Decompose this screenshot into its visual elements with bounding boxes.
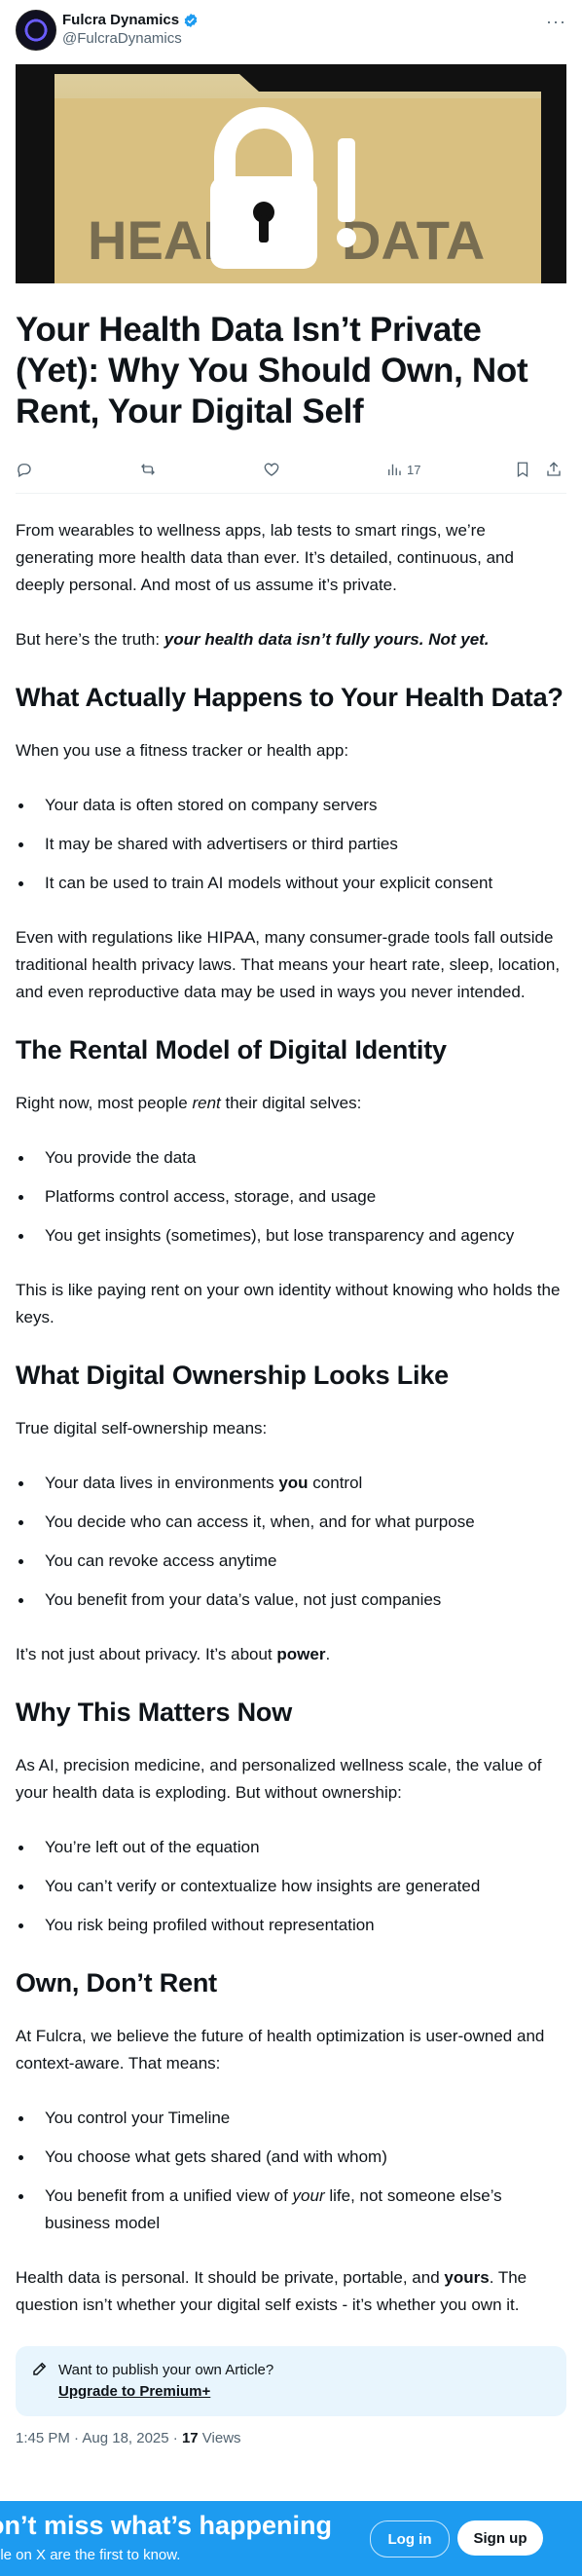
post-header: Fulcra Dynamics @FulcraDynamics ···: [16, 6, 566, 51]
paragraph: Right now, most people rent their digita…: [16, 1094, 362, 1112]
bullet-list: You’re left out of the equation You can’…: [16, 1834, 566, 1939]
list-item: It may be shared with advertisers or thi…: [16, 831, 566, 858]
paragraph: Even with regulations like HIPAA, many c…: [16, 928, 561, 1001]
compose-article-icon: [33, 2362, 47, 2375]
verified-badge-icon: [184, 13, 198, 27]
hero-text-right: DATA: [342, 209, 485, 271]
views-total: 17: [181, 2430, 199, 2446]
heart-icon: [264, 463, 279, 476]
list-item: You control your Timeline: [16, 2105, 566, 2132]
list-item: You choose what gets shared (and with wh…: [16, 2144, 566, 2171]
list-item: Platforms control access, storage, and u…: [16, 1183, 566, 1211]
paragraph: But here’s the truth: your health data i…: [16, 630, 490, 649]
hero-image: HEAL DATA: [16, 64, 566, 283]
paragraph: At Fulcra, we believe the future of heal…: [16, 2027, 545, 2072]
section-heading: The Rental Model of Digital Identity: [16, 1035, 447, 1064]
bullet-list: You provide the data Platforms control a…: [16, 1144, 566, 1250]
article: Your Health Data Isn’t Private (Yet): Wh…: [16, 310, 566, 2446]
paragraph: Health data is personal. It should be pr…: [16, 2268, 527, 2314]
banner-title: on’t miss what’s happening: [0, 2511, 333, 2540]
bullet-list: Your data lives in environments you cont…: [16, 1470, 566, 1614]
list-item: You benefit from your data’s value, not …: [16, 1587, 566, 1614]
author-block: Fulcra Dynamics @FulcraDynamics: [62, 12, 199, 47]
promo-question: Want to publish your own Article?: [58, 2362, 274, 2378]
signup-banner: on’t miss what’s happening ple on X are …: [0, 2501, 582, 2576]
views-count: 17: [407, 462, 421, 477]
banner-subtitle: ple on X are the first to know.: [0, 2547, 181, 2563]
paragraph: From wearables to wellness apps, lab tes…: [16, 521, 514, 594]
health-data-lock-illustration: HEAL DATA: [16, 64, 566, 283]
bookmark-button[interactable]: [514, 461, 545, 478]
section-heading: What Actually Happens to Your Health Dat…: [16, 683, 564, 712]
list-item: You get insights (sometimes), but lose t…: [16, 1222, 566, 1250]
views-chart-icon: [388, 464, 401, 475]
avatar[interactable]: [16, 10, 56, 51]
repost-icon: [141, 464, 155, 475]
list-item: You decide who can access it, when, and …: [16, 1509, 566, 1536]
list-item: You benefit from a unified view of your …: [16, 2183, 566, 2237]
paragraph: True digital self-ownership means:: [16, 1419, 268, 1437]
section-heading: What Digital Ownership Looks Like: [16, 1361, 449, 1390]
share-button[interactable]: [545, 461, 563, 478]
upgrade-premium-link[interactable]: Upgrade to Premium+: [58, 2381, 273, 2403]
list-item: You provide the data: [16, 1144, 566, 1172]
views-button[interactable]: 17: [385, 461, 514, 478]
repost-button[interactable]: [139, 461, 263, 478]
reply-icon: [18, 464, 31, 477]
bookmark-icon: [517, 462, 528, 478]
post-meta: 1:45 PM · Aug 18, 2025 · 17 Views: [16, 2430, 241, 2446]
paragraph: As AI, precision medicine, and personali…: [16, 1756, 542, 1802]
article-body: From wearables to wellness apps, lab tes…: [16, 517, 566, 2319]
list-item: Your data is often stored on company ser…: [16, 792, 566, 819]
post-timestamp[interactable]: 1:45 PM · Aug 18, 2025 ·: [16, 2430, 182, 2446]
list-item: You can’t verify or contextualize how in…: [16, 1873, 566, 1900]
share-icon: [547, 462, 561, 476]
action-bar: 17: [16, 450, 566, 494]
article-title: Your Health Data Isn’t Private (Yet): Wh…: [16, 311, 528, 430]
login-button[interactable]: Log in: [370, 2520, 450, 2557]
bullet-list: Your data is often stored on company ser…: [16, 792, 566, 897]
list-item: You’re left out of the equation: [16, 1834, 566, 1861]
section-heading: Why This Matters Now: [16, 1698, 293, 1727]
author-handle[interactable]: @FulcraDynamics: [62, 30, 199, 47]
reply-button[interactable]: [16, 461, 139, 478]
list-item: Your data lives in environments you cont…: [16, 1470, 566, 1497]
bullet-list: You control your Timeline You choose wha…: [16, 2105, 566, 2237]
signup-button[interactable]: Sign up: [457, 2520, 543, 2556]
list-item: It can be used to train AI models withou…: [16, 870, 566, 897]
premium-promo: Want to publish your own Article? Upgrad…: [16, 2346, 566, 2416]
more-options-icon[interactable]: ···: [546, 12, 566, 32]
paragraph: This is like paying rent on your own ide…: [16, 1281, 561, 1326]
exclamation-icon: [337, 138, 356, 247]
paragraph: When you use a fitness tracker or health…: [16, 741, 349, 760]
list-item: You can revoke access anytime: [16, 1548, 566, 1575]
like-button[interactable]: [263, 461, 385, 478]
paragraph: It’s not just about privacy. It’s about …: [16, 1645, 331, 1663]
section-heading: Own, Don’t Rent: [16, 1968, 217, 1997]
author-name[interactable]: Fulcra Dynamics: [62, 12, 179, 28]
list-item: You risk being profiled without represen…: [16, 1912, 566, 1939]
